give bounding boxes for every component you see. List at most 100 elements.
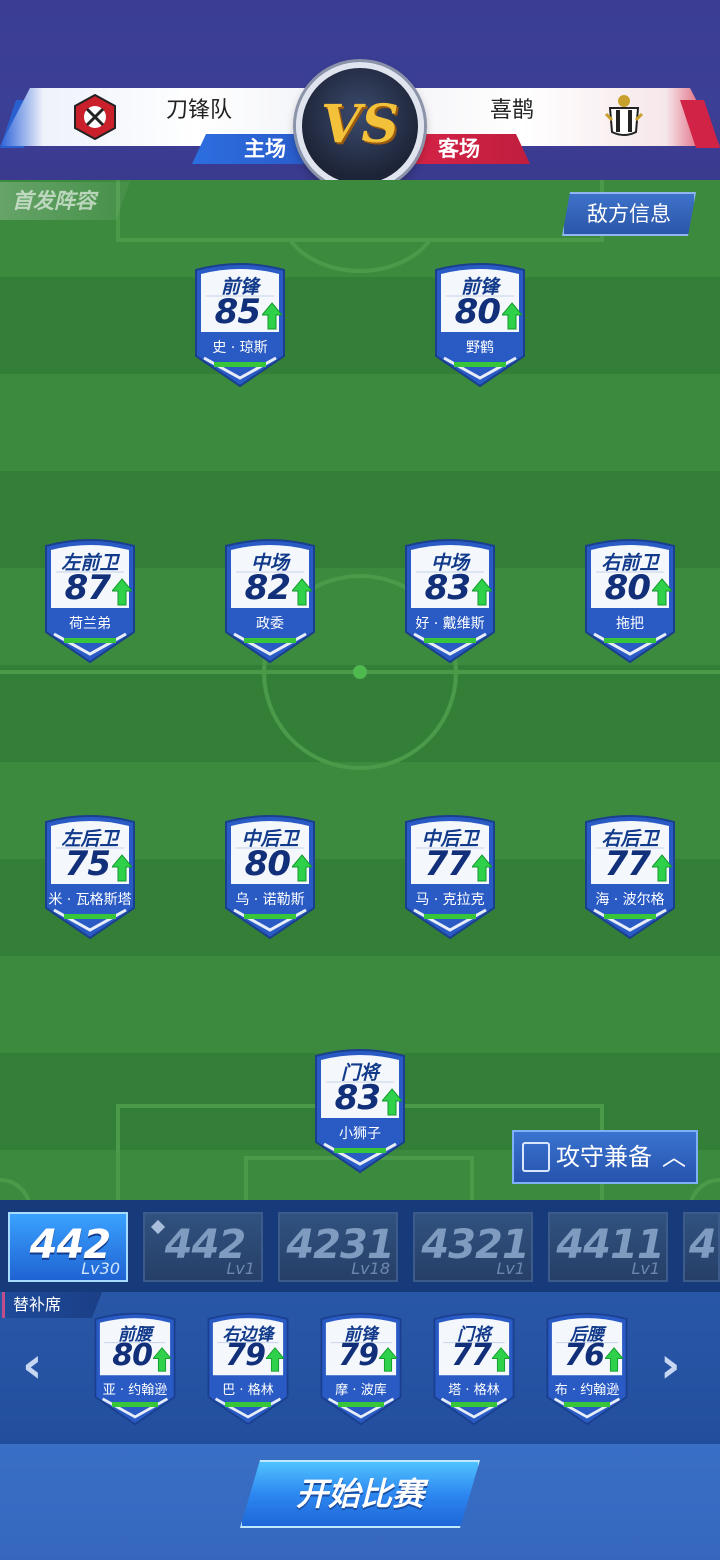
home-team-name: 刀锋队	[166, 98, 233, 123]
stamina-bar	[225, 1402, 271, 1407]
green-up-arrow-icon	[292, 578, 312, 606]
green-up-arrow-icon	[153, 1347, 171, 1372]
chevron-up-icon: ︿	[662, 1143, 686, 1171]
formation-card[interactable]: 4321 Lv1	[413, 1212, 533, 1282]
stamina-bar	[244, 914, 296, 919]
player-name: 亚 · 约翰逊	[102, 1383, 168, 1398]
vs-text: VS	[321, 94, 399, 155]
formation-level: Lv1	[631, 1259, 660, 1278]
player-rating: 80	[112, 1338, 153, 1373]
formation-selector: 442 Lv30 442 Lv1 4231 Lv18 4321 Lv1 4411 Lv1 4	[0, 1200, 720, 1292]
green-up-arrow-icon	[502, 302, 522, 330]
player-name: 巴 · 格林	[222, 1383, 274, 1398]
player-rating: 79	[338, 1338, 379, 1373]
player-rating: 79	[225, 1338, 266, 1373]
stamina-bar	[244, 638, 296, 643]
player-card[interactable]: 中场 83 好 · 戴维斯	[400, 536, 500, 664]
stamina-bar	[424, 914, 476, 919]
chevron-right-icon[interactable]: ›	[660, 1336, 681, 1394]
player-name: 小狮子	[339, 1126, 381, 1142]
stamina-bar	[454, 362, 506, 367]
player-name: 好 · 戴维斯	[415, 616, 485, 632]
tactics-label: 攻守兼备	[556, 1143, 652, 1171]
formation-level: Lv1	[226, 1259, 255, 1278]
formation-card[interactable]: 442 Lv1	[143, 1212, 263, 1282]
player-card[interactable]: 左前卫 87 荷兰弟	[40, 536, 140, 664]
green-up-arrow-icon	[652, 854, 672, 882]
green-up-arrow-icon	[266, 1347, 284, 1372]
formation-card[interactable]: 4231 Lv18	[278, 1212, 398, 1282]
player-rating: 76	[564, 1338, 605, 1373]
player-rating: 80	[604, 568, 651, 608]
stamina-bar	[112, 1402, 158, 1407]
green-up-arrow-icon	[472, 578, 492, 606]
player-name: 史 · 琼斯	[212, 340, 268, 356]
stamina-bar	[604, 914, 656, 919]
green-up-arrow-icon	[472, 854, 492, 882]
player-name: 摩 · 波库	[335, 1383, 387, 1398]
formation-card[interactable]: 4411 Lv1	[548, 1212, 668, 1282]
player-rating: 80	[454, 292, 501, 332]
tactics-button[interactable]: 攻守兼备 ︿	[512, 1130, 698, 1184]
player-rating: 83	[424, 568, 471, 608]
player-card[interactable]: 中后卫 77 马 · 克拉克	[400, 812, 500, 940]
player-card[interactable]: 门将 83 小狮子	[310, 1046, 410, 1174]
player-card[interactable]: 中后卫 80 乌 · 诺勒斯	[220, 812, 320, 940]
stamina-bar	[424, 638, 476, 643]
player-rating: 77	[604, 844, 651, 884]
match-header: 刀锋队 喜鹊 主场 客场 VS	[0, 0, 720, 190]
player-card[interactable]: 前锋 85 史 · 琼斯	[190, 260, 290, 388]
player-card[interactable]: 后腰 76 布 · 约翰逊	[542, 1310, 632, 1426]
stamina-bar	[451, 1402, 497, 1407]
green-up-arrow-icon	[112, 854, 132, 882]
magpies-club-logo	[604, 95, 644, 136]
player-rating: 82	[244, 568, 291, 608]
player-name: 乌 · 诺勒斯	[235, 892, 305, 908]
player-name: 米 · 瓦格斯塔	[48, 892, 132, 908]
player-rating: 75	[64, 844, 111, 884]
green-up-arrow-icon	[112, 578, 132, 606]
enemy-info-button[interactable]: 敌方信息	[562, 192, 696, 236]
player-rating: 87	[64, 568, 111, 608]
away-label: 客场	[410, 134, 530, 164]
green-up-arrow-icon	[262, 302, 282, 330]
player-rating: 77	[451, 1338, 492, 1373]
player-card[interactable]: 左后卫 75 米 · 瓦格斯塔	[40, 812, 140, 940]
player-card[interactable]: 右前卫 80 拖把	[580, 536, 680, 664]
home-label: 主场	[192, 134, 312, 164]
blades-club-logo	[74, 94, 116, 140]
player-card[interactable]: 门将 77 塔 · 格林	[429, 1310, 519, 1426]
player-rating: 85	[214, 292, 261, 332]
player-card[interactable]: 右边锋 79 巴 · 格林	[203, 1310, 293, 1426]
player-card[interactable]: 前腰 80 亚 · 约翰逊	[90, 1310, 180, 1426]
green-up-arrow-icon	[292, 854, 312, 882]
player-rating: 77	[424, 844, 471, 884]
green-up-arrow-icon	[605, 1347, 623, 1372]
green-up-arrow-icon	[652, 578, 672, 606]
stamina-bar	[564, 1402, 610, 1407]
player-rating: 83	[334, 1078, 381, 1118]
formation-name: 4	[689, 1222, 717, 1268]
stamina-bar	[334, 1148, 386, 1153]
pitch-icon	[522, 1142, 550, 1172]
start-match-button[interactable]: 开始比赛	[240, 1460, 480, 1528]
formation-card[interactable]: 4	[683, 1212, 720, 1282]
formation-level: Lv1	[496, 1259, 525, 1278]
green-up-arrow-icon	[382, 1088, 402, 1116]
player-card[interactable]: 右后卫 77 海 · 波尔格	[580, 812, 680, 940]
player-name: 政委	[256, 616, 284, 632]
player-card[interactable]: 前锋 80 野鹤	[430, 260, 530, 388]
green-up-arrow-icon	[492, 1347, 510, 1372]
stamina-bar	[64, 914, 116, 919]
player-name: 塔 · 格林	[448, 1383, 500, 1398]
formation-level: Lv18	[351, 1259, 390, 1278]
player-card[interactable]: 前锋 79 摩 · 波库	[316, 1310, 406, 1426]
away-team-name: 喜鹊	[490, 98, 535, 123]
starting-lineup-label: 首发阵容	[0, 182, 130, 220]
stamina-bar	[64, 638, 116, 643]
formation-card[interactable]: 442 Lv30	[8, 1212, 128, 1282]
chevron-left-icon[interactable]: ‹	[22, 1336, 43, 1394]
player-name: 荷兰弟	[69, 616, 111, 632]
player-rating: 80	[244, 844, 291, 884]
player-card[interactable]: 中场 82 政委	[220, 536, 320, 664]
